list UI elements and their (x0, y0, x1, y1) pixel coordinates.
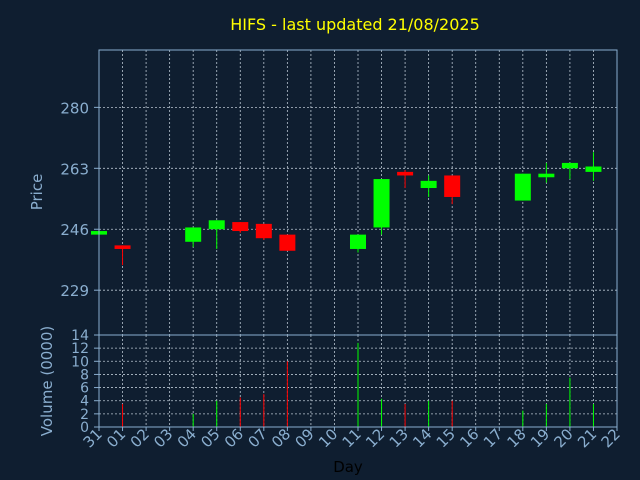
candle-body-07 (255, 223, 272, 239)
candle-body-18 (514, 173, 531, 201)
price-tick-label: 246 (60, 221, 89, 239)
x-axis: 3101020304050607080910111213141516171819… (80, 425, 624, 451)
price-tick-label: 263 (60, 160, 89, 178)
candle-body-21 (585, 166, 602, 172)
price-tick-label: 229 (60, 282, 89, 300)
volume-axis-label: Volume (0000) (38, 326, 56, 436)
chart-background (0, 0, 640, 480)
candle-body-15 (444, 175, 461, 197)
candle-body-04 (185, 227, 202, 242)
price-tick-label: 280 (60, 99, 89, 117)
candle-body-20 (561, 162, 578, 169)
candle-body-11 (350, 234, 366, 249)
candle-body-06 (232, 222, 249, 232)
candle-body-13 (397, 171, 414, 176)
candle-body-08 (279, 234, 296, 251)
candle-body-05 (208, 220, 225, 230)
candle-body-19 (538, 173, 555, 178)
candle-body-12 (373, 179, 390, 228)
chart-title: HIFS - last updated 21/08/2025 (230, 15, 480, 34)
candle-body-14 (420, 180, 437, 189)
volume-tick-label: 14 (71, 328, 89, 344)
x-axis-label: Day (333, 458, 363, 476)
price-axis-label: Price (28, 174, 46, 211)
candle-body-01 (114, 245, 131, 249)
stock-chart: HIFS - last updated 21/08/2025 229 246 263… (0, 0, 640, 480)
